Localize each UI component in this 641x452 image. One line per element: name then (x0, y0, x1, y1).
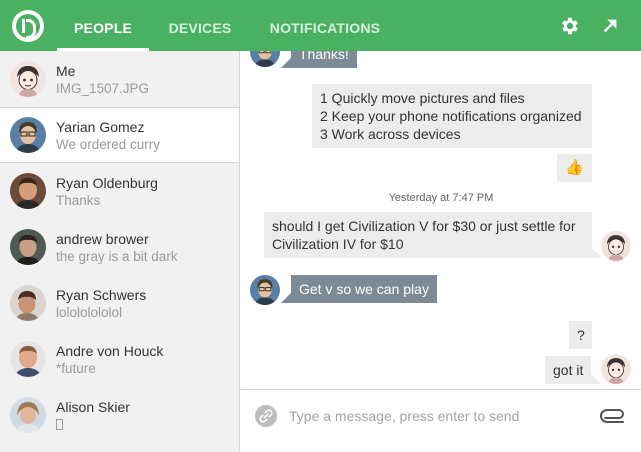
contact-item-andre-von-houck[interactable]: Andre von Houck *future (0, 331, 239, 387)
photo-avatar (10, 397, 46, 433)
photo-avatar (10, 229, 46, 265)
message-composer (241, 389, 641, 452)
message-timestamp: Yesterday at 7:47 PM (388, 192, 494, 204)
paperclip-icon[interactable] (599, 404, 629, 428)
message-line: 2 Keep your phone notifications organize… (320, 108, 582, 124)
tab-devices[interactable]: DEVICES (160, 0, 240, 51)
gear-icon[interactable] (559, 15, 581, 37)
contact-item-yarian-gomez[interactable]: Yarian Gomez We ordered curry (0, 107, 239, 163)
photo-avatar (10, 285, 46, 321)
photo-avatar (10, 173, 46, 209)
photo-avatar (10, 341, 46, 377)
message-line: 3 Work across devices (320, 126, 461, 142)
contact-last-message: *future (56, 361, 96, 376)
photo-avatar (250, 275, 280, 305)
message-bubble-outgoing: should I get Civilization V for $30 or j… (264, 212, 602, 258)
contact-last-message (56, 417, 63, 432)
photo-avatar (10, 117, 46, 153)
contact-last-message: lolololololol (56, 305, 123, 320)
contact-item-ryan-oldenburg[interactable]: Ryan Oldenburg Thanks (0, 163, 239, 219)
popout-arrow-icon[interactable] (599, 15, 621, 37)
top-bar: PEOPLE DEVICES NOTIFICATIONS (0, 0, 641, 51)
photo-avatar (250, 51, 280, 67)
contact-name: Ryan Oldenburg (56, 175, 158, 191)
tab-notifications[interactable]: NOTIFICATIONS (262, 0, 388, 51)
contact-name: Yarian Gomez (56, 119, 145, 135)
contact-item-ryan-schwers[interactable]: Ryan Schwers lolololololol (0, 275, 239, 331)
message-input[interactable] (289, 404, 589, 428)
message-bubble-outgoing: ? (569, 321, 592, 349)
message-line: should I get Civilization V for $30 or j… (272, 218, 576, 234)
contact-name: Me (56, 63, 76, 79)
contact-last-message: IMG_1507.JPG (56, 81, 150, 96)
contact-name: Alison Skier (56, 399, 130, 415)
tab-people[interactable]: PEOPLE (57, 0, 149, 51)
missing-glyph-icon (56, 419, 63, 430)
contact-last-message: the gray is a bit dark (56, 249, 178, 264)
contact-item-andrew-brower[interactable]: andrew brower the gray is a bit dark (0, 219, 239, 275)
cartoon-avatar (10, 61, 46, 97)
cartoon-avatar (601, 354, 631, 384)
message-bubble-incoming: Get v so we can play (281, 275, 437, 303)
message-line: 1 Quickly move pictures and files (320, 90, 525, 106)
contact-item-me[interactable]: Me IMG_1507.JPG (0, 51, 239, 107)
contact-name: Andre von Houck (56, 343, 164, 359)
link-icon[interactable] (255, 405, 277, 427)
cartoon-avatar (601, 231, 631, 261)
message-bubble-incoming: Thanks! (281, 51, 357, 68)
thumbs-up-message: 👍 (557, 154, 592, 182)
message-bubble-outgoing: got it (545, 356, 602, 384)
message-line: Civilization IV for $10 (272, 236, 404, 252)
contact-name: Ryan Schwers (56, 287, 147, 303)
contact-item-alison-skier[interactable]: Alison Skier (0, 387, 239, 443)
message-bubble-outgoing: 1 Quickly move pictures and files 2 Keep… (312, 84, 592, 148)
contact-last-message: Thanks (56, 193, 101, 208)
contacts-sidebar: Me IMG_1507.JPG Yarian Gomez We ordered … (0, 51, 240, 452)
contact-name: andrew brower (56, 231, 149, 247)
pushbullet-logo-icon[interactable] (12, 10, 44, 42)
contact-last-message: We ordered curry (56, 137, 161, 152)
chat-thread: Thanks! 1 Quickly move pictures and file… (241, 51, 641, 389)
